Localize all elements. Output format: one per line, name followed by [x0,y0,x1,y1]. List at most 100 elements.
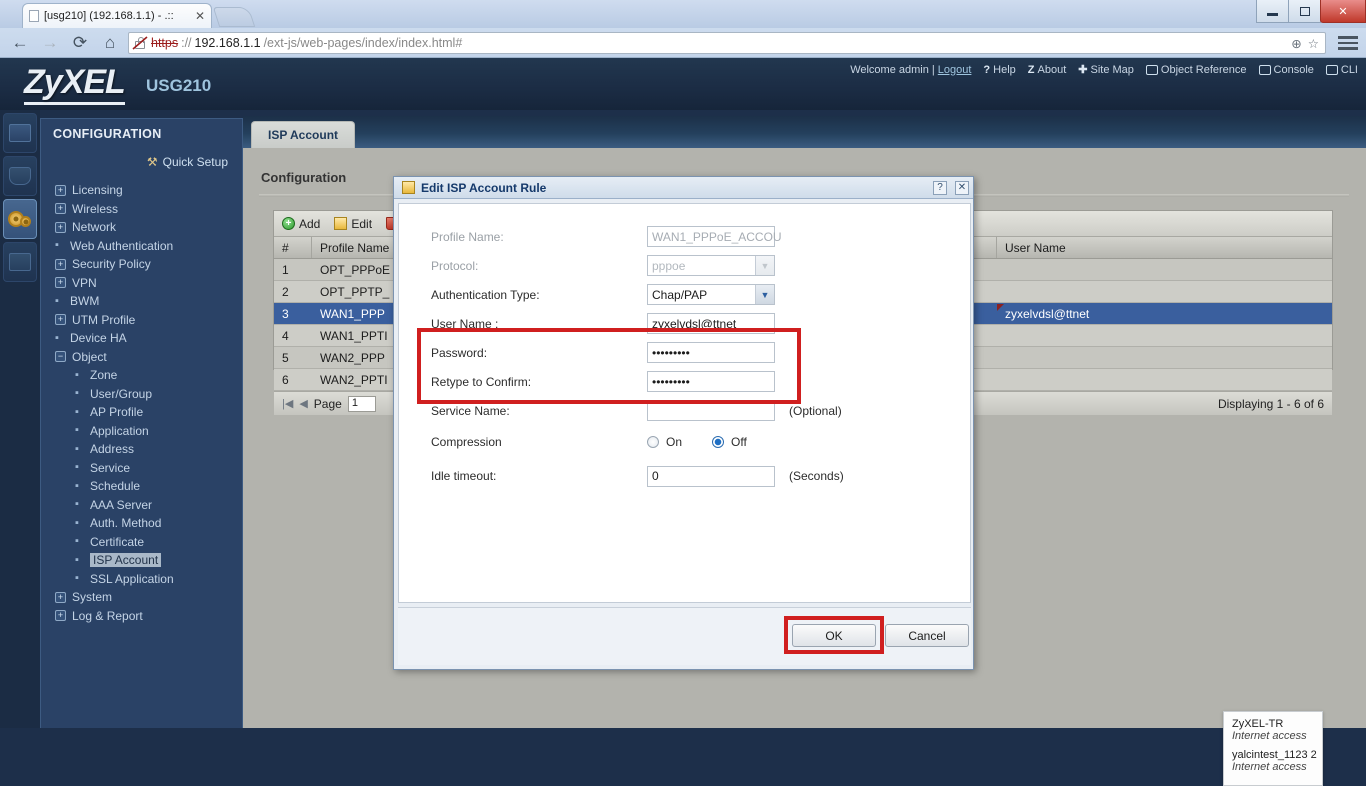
sidebar-item-wireless[interactable]: + Wireless [41,200,242,219]
sidebar-item-service[interactable]: ▪ Service [41,459,242,478]
bullet-icon[interactable]: ▪ [75,517,84,529]
bullet-icon[interactable]: ▪ [75,443,84,455]
sidebar-item-address[interactable]: ▪ Address [41,440,242,459]
sidebar-item-isp-account[interactable]: ▪ ISP Account [41,551,242,570]
sidebar-item-certificate[interactable]: ▪ Certificate [41,533,242,552]
menu-item-object-reference[interactable]: Object Reference [1145,64,1247,76]
ok-button[interactable]: OK [792,624,876,647]
sidebar-item-security-policy[interactable]: + Security Policy [41,255,242,274]
browser-tab[interactable]: [usg210] (192.168.1.1) - .:: ✕ [22,3,212,28]
service-name-input[interactable] [647,400,775,421]
home-icon[interactable]: ⌂ [98,31,122,55]
address-bar[interactable]: https://192.168.1.1/ext-js/web-pages/ind… [128,32,1326,54]
retype-password-input[interactable]: ••••••••• [647,371,775,392]
column-header-username[interactable]: User Name [997,237,1332,258]
expand-icon[interactable]: + [55,203,66,215]
menu-item-about[interactable]: Z About [1028,64,1066,76]
bullet-icon[interactable]: ▪ [75,536,84,547]
dialog-close-icon[interactable]: ✕ [955,180,969,195]
bullet-icon[interactable]: ▪ [75,462,84,473]
maximize-button[interactable] [1288,0,1321,23]
dialog-help-icon[interactable]: ? [933,180,947,195]
close-tab-icon[interactable]: ✕ [195,9,205,23]
prev-page-icon[interactable]: ◀ [299,397,307,410]
bullet-icon[interactable]: ▪ [75,573,84,584]
wifi-network-toast[interactable]: ZyXEL-TR Internet access yalcintest_1123… [1223,711,1323,786]
bullet-icon[interactable]: ▪ [75,406,84,418]
expand-icon[interactable]: + [55,591,66,603]
bookmark-star-icon[interactable]: ☆ [1308,36,1319,51]
menu-item-cli[interactable]: CLI [1325,64,1358,76]
page-number-input[interactable]: 1 [347,395,376,412]
idle-timeout-input[interactable]: 0 [647,465,775,487]
sidebar-item-schedule[interactable]: ▪ Schedule [41,477,242,496]
service-name-hint: (Optional) [789,403,842,418]
sidebar-item-utm-profile[interactable]: + UTM Profile [41,311,242,330]
menu-item-help[interactable]: ? Help [983,64,1015,76]
cancel-button[interactable]: Cancel [885,624,969,647]
sidebar-item-application[interactable]: ▪ Application [41,422,242,441]
sidebar-item-bwm[interactable]: ▪ BWM [41,292,242,311]
column-header-index[interactable]: # [274,237,312,258]
bullet-icon[interactable]: ▪ [75,425,84,436]
bullet-icon[interactable]: ▪ [55,332,64,344]
forward-icon[interactable]: → [38,31,62,55]
bullet-icon[interactable]: ▪ [55,295,64,307]
sidebar-item-aaa-server[interactable]: ▪ AAA Server [41,496,242,515]
configuration-icon[interactable] [3,199,37,239]
sidebar-item-network[interactable]: + Network [41,218,242,237]
sidebar-item-object[interactable]: − Object [41,348,242,367]
expand-icon[interactable]: + [55,221,66,233]
bullet-icon[interactable]: ▪ [75,388,84,399]
monitor-icon[interactable] [3,156,37,196]
add-button[interactable]: + Add [282,217,320,231]
compression-off-radio[interactable]: Off [712,435,747,449]
insecure-lock-icon[interactable] [132,35,148,51]
sidebar-item-user-group[interactable]: ▪ User/Group [41,385,242,404]
bullet-icon[interactable]: ▪ [75,499,84,510]
reload-icon[interactable]: ⟳ [68,31,92,55]
sidebar-item-ssl-application[interactable]: ▪ SSL Application [41,570,242,589]
sidebar-item-device-ha[interactable]: ▪ Device HA [41,329,242,348]
first-page-icon[interactable]: |◀ [282,397,293,410]
password-input[interactable]: ••••••••• [647,342,775,363]
bullet-icon[interactable]: ▪ [55,240,64,251]
maintenance-icon[interactable] [3,242,37,282]
sidebar-item-vpn[interactable]: + VPN [41,274,242,293]
edit-button[interactable]: Edit [334,217,372,231]
expand-icon[interactable]: + [55,610,66,622]
sidebar-item-system[interactable]: + System [41,588,242,607]
expand-icon[interactable]: + [55,277,66,289]
compression-on-radio[interactable]: On [647,435,682,449]
tab-isp-account[interactable]: ISP Account [251,121,356,148]
expand-icon[interactable]: + [55,184,66,196]
sidebar-item-licensing[interactable]: + Licensing [41,181,242,200]
chevron-down-icon[interactable]: ▼ [755,285,774,304]
new-tab-button[interactable] [212,7,256,27]
sidebar-item-auth-method[interactable]: ▪ Auth. Method [41,514,242,533]
menu-item-console[interactable]: Console [1258,64,1314,76]
browser-menu-icon[interactable] [1338,36,1358,50]
network-status-2: Internet access [1232,761,1307,773]
auth-type-select[interactable]: Chap/PAP ▼ [647,284,775,305]
sidebar-item-zone[interactable]: ▪ Zone [41,366,242,385]
user-name-input[interactable]: zyxelvdsl@ttnet [647,313,775,334]
bullet-icon[interactable]: ▪ [75,480,84,492]
sidebar-item-log-report[interactable]: + Log & Report [41,607,242,626]
close-window-button[interactable]: ✕ [1320,0,1366,23]
bullet-icon[interactable]: ▪ [75,554,84,566]
bullet-icon[interactable]: ▪ [75,369,84,381]
dialog-titlebar[interactable]: Edit ISP Account Rule ? ✕ [394,177,973,199]
zoom-icon[interactable]: ⊕ [1291,36,1301,51]
quick-setup-button[interactable]: ⚒ Quick Setup [41,149,242,175]
menu-item-site-map[interactable]: ✚ Site Map [1078,63,1134,77]
expand-icon[interactable]: + [55,258,66,270]
sidebar-item-ap-profile[interactable]: ▪ AP Profile [41,403,242,422]
sidebar-item-web-authentication[interactable]: ▪ Web Authentication [41,237,242,256]
dashboard-icon[interactable] [3,113,37,153]
logout-link[interactable]: Logout [938,64,972,76]
back-icon[interactable]: ← [8,31,32,55]
collapse-icon[interactable]: − [55,351,66,363]
expand-icon[interactable]: + [55,314,66,326]
minimize-button[interactable] [1256,0,1289,23]
